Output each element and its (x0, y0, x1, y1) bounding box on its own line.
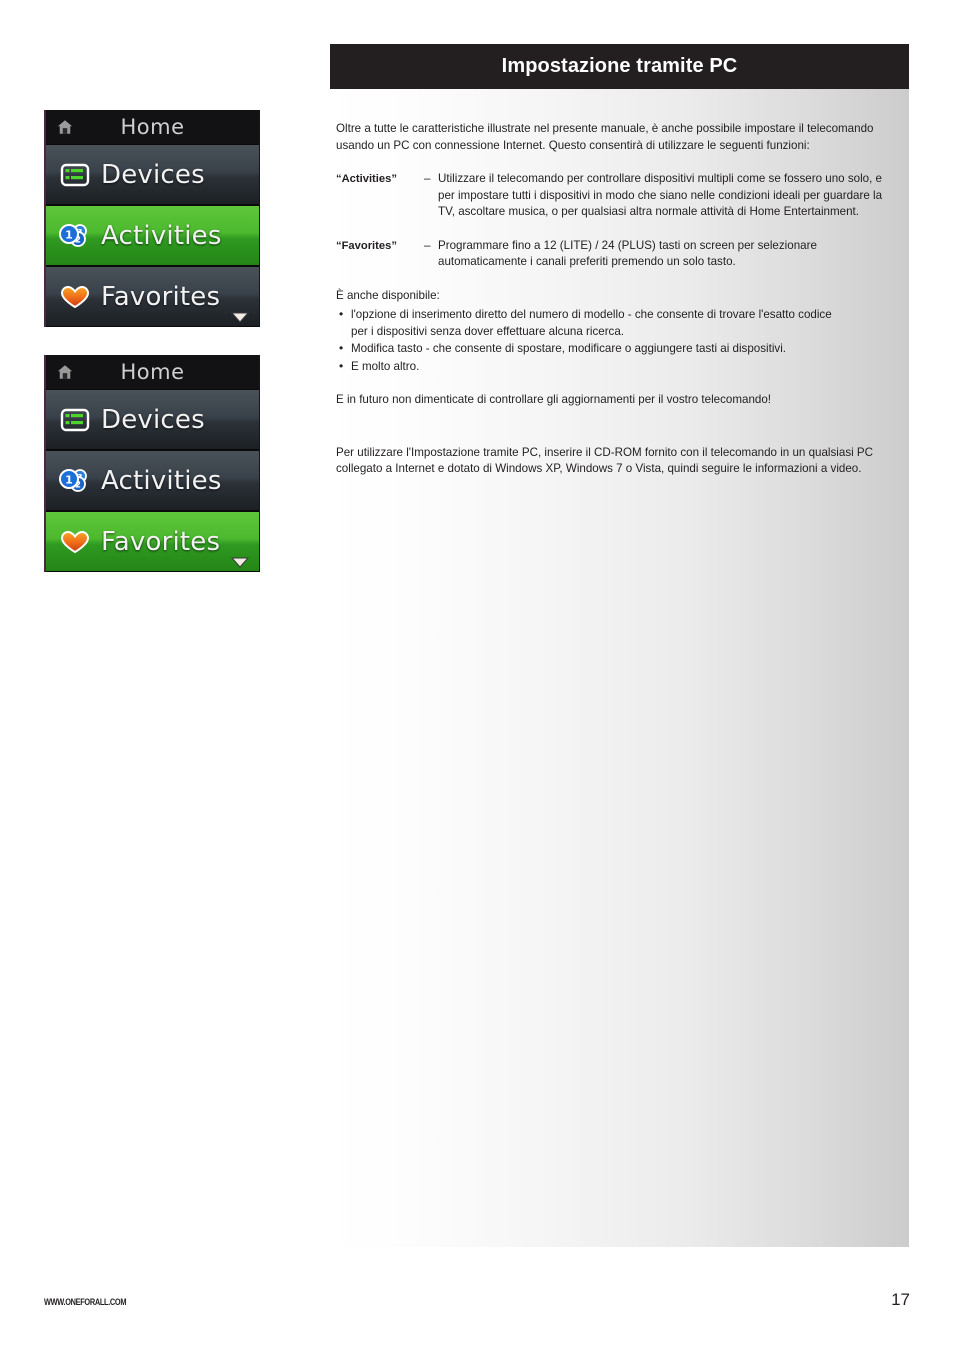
lcd-2-devices-label: Devices (101, 404, 205, 435)
home-icon (56, 363, 74, 381)
lcd-2-titlebar: Home (46, 355, 259, 389)
body-text-block: Oltre a tutte le caratteristiche illustr… (336, 121, 902, 478)
lcd-2-activities-label: Activities (101, 465, 222, 496)
available-label: È anche disponibile: (336, 288, 440, 302)
chevron-down-icon[interactable] (230, 555, 250, 568)
bullet-line-1: l'opzione di inserimento diretto del num… (351, 308, 832, 321)
lcd-1-activities-label: Activities (101, 220, 222, 251)
bullet-line-1: E molto altro. (351, 359, 420, 373)
definition-body-favorites: Programmare fino a 12 (LITE) / 24 (PLUS)… (438, 238, 902, 271)
future-note-paragraph: E in futuro non dimenticate di controlla… (336, 393, 772, 406)
definition-dash: – (424, 238, 431, 252)
definition-line-3: TV, ascoltare musica, o per qualsiasi al… (438, 205, 860, 218)
lcd-1-row-activities[interactable]: 3 2 1 Activities (46, 205, 259, 266)
page-title: Impostazione tramite PC (501, 55, 738, 77)
favorites-heart-icon (58, 527, 92, 557)
list-item: Modifica tasto - che consente di spostar… (339, 340, 902, 358)
footer-page-number: 17 (891, 1290, 910, 1309)
definition-term-activities: “Activities” (336, 173, 397, 185)
lcd-2-row-activities[interactable]: 3 2 1 Activities (46, 450, 259, 511)
lcd-2-favorites-label: Favorites (101, 526, 221, 557)
definition-line-2: per impostare tutti i dispositivi in mod… (438, 188, 883, 202)
lcd-screen-1: Home Devices 3 2 (44, 110, 260, 327)
lcd-1-favorites-label: Favorites (101, 281, 221, 312)
definition-line-2: automaticamente i canali preferiti preme… (438, 255, 736, 268)
definition-body-activities: Utilizzare il telecomando per controllar… (438, 171, 902, 221)
lcd-screens-column: Home Devices 3 2 (44, 110, 260, 572)
lcd-1-titlebar: Home (46, 110, 259, 144)
bullet-line-2: per i dispositivi senza dover effettuare… (351, 324, 625, 338)
definition-line-1: Utilizzare il telecomando per controllar… (438, 172, 882, 185)
devices-icon (58, 405, 92, 435)
lcd-1-row-favorites[interactable]: Favorites (46, 266, 259, 327)
svg-text:1: 1 (65, 228, 73, 241)
definition-dash: – (424, 172, 431, 185)
lcd-1-devices-label: Devices (101, 159, 205, 190)
activities-icon: 3 2 1 (58, 221, 92, 251)
definition-line-1: Programmare fino a 12 (LITE) / 24 (PLUS)… (438, 238, 817, 252)
lcd-2-title-label: Home (120, 360, 185, 384)
definition-activities: “Activities” – Utilizzare il telecomando… (336, 171, 902, 221)
lcd-2-row-favorites[interactable]: Favorites (46, 511, 259, 572)
definition-term-favorites: “Favorites” (336, 239, 397, 252)
home-icon (56, 118, 74, 136)
intro-paragraph: Oltre a tutte le caratteristiche illustr… (336, 122, 874, 152)
footer-website-url[interactable]: WWW.ONEFORALL.COM (44, 1297, 126, 1307)
definition-favorites: “Favorites” – Programmare fino a 12 (LIT… (336, 238, 902, 271)
activities-icon: 3 2 1 (58, 466, 92, 496)
lcd-1-row-devices[interactable]: Devices (46, 144, 259, 205)
lcd-screen-2: Home Devices 3 2 (44, 355, 260, 572)
devices-icon (58, 160, 92, 190)
closing-paragraph: Per utilizzare l'Impostazione tramite PC… (336, 445, 874, 476)
list-item: E molto altro. (339, 358, 902, 376)
list-item: l'opzione di inserimento diretto del num… (339, 306, 902, 340)
page-header-bar: Impostazione tramite PC (330, 44, 909, 89)
lcd-1-title-label: Home (120, 115, 185, 139)
svg-text:1: 1 (65, 473, 73, 486)
features-bullet-list: l'opzione di inserimento diretto del num… (336, 306, 902, 376)
chevron-down-icon[interactable] (230, 310, 250, 323)
bullet-line-1: Modifica tasto - che consente di spostar… (351, 342, 786, 355)
lcd-2-row-devices[interactable]: Devices (46, 389, 259, 450)
favorites-heart-icon (58, 282, 92, 312)
